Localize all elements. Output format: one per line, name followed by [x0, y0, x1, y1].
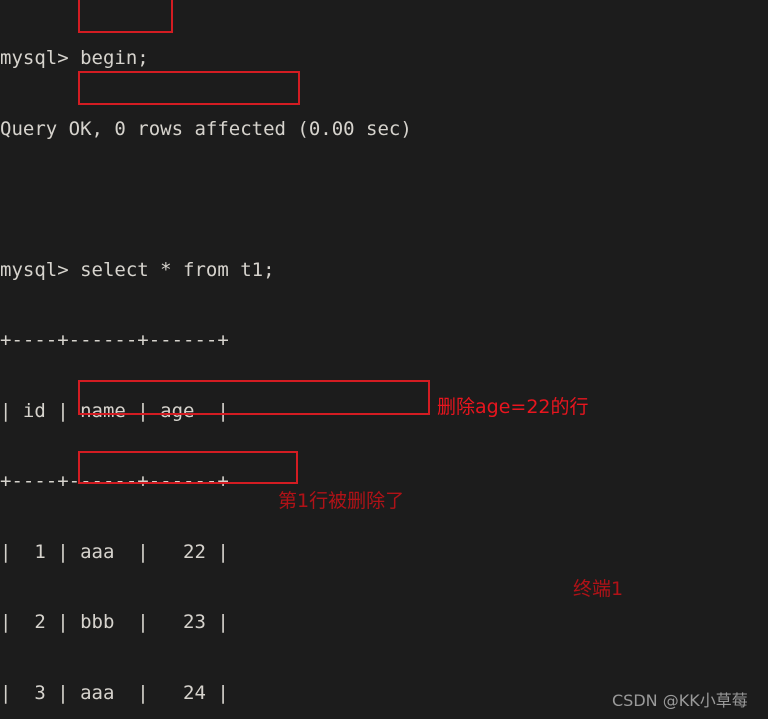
annotation-row-deleted-note: 第1行被删除了 [278, 490, 405, 512]
terminal-line: +----+------+------+ [0, 329, 229, 351]
terminal-line: | id | name | age | [0, 399, 229, 422]
terminal-screenshot: mysql> begin; Query OK, 0 rows affected … [0, 0, 768, 719]
annotation-delete-note: 删除age=22的行 [437, 396, 589, 418]
terminal-line: Query OK, 0 rows affected (0.00 sec) [0, 117, 412, 140]
terminal-line: | 1 | aaa | 22 | [0, 540, 229, 563]
csdn-watermark: CSDN @KK小草莓 [612, 691, 748, 710]
annotation-terminal-label: 终端1 [573, 578, 624, 600]
terminal-output[interactable]: mysql> begin; Query OK, 0 rows affected … [0, 0, 768, 719]
terminal-line: mysql> begin; [0, 47, 149, 69]
terminal-line: mysql> select * from t1; [0, 258, 275, 281]
terminal-line: | 2 | bbb | 23 | [0, 611, 229, 633]
